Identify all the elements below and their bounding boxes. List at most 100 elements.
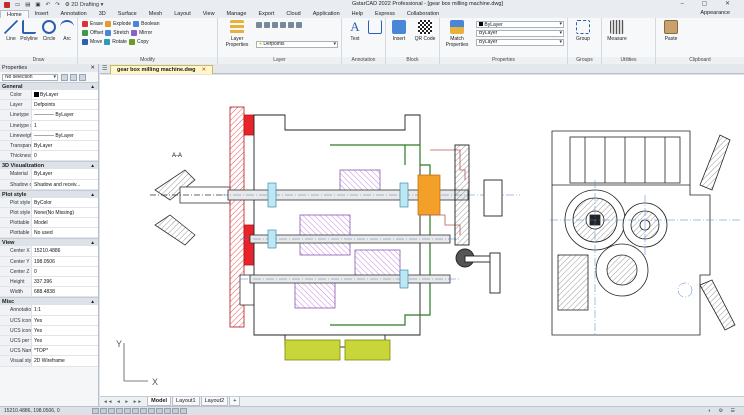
property-row[interactable]: Shadow dis...Shadow and receiv... bbox=[0, 179, 98, 190]
tab-3d[interactable]: 3D bbox=[93, 10, 112, 18]
property-value[interactable]: 0 bbox=[32, 151, 98, 161]
offset-button[interactable]: Offset bbox=[90, 29, 103, 37]
redo-icon[interactable]: ↷ bbox=[55, 2, 60, 8]
property-value[interactable]: Yes bbox=[32, 335, 98, 346]
property-section-header[interactable]: General ▴ bbox=[0, 82, 98, 90]
insert-button[interactable]: Insert bbox=[388, 20, 410, 42]
ortho-toggle-icon[interactable] bbox=[108, 408, 115, 414]
add-layout-tab[interactable]: + bbox=[229, 397, 241, 406]
tab-collaboration[interactable]: Collaboration bbox=[401, 10, 445, 18]
close-icon[interactable]: ✕ bbox=[90, 64, 95, 72]
property-row[interactable]: Center Y 198.0506 bbox=[0, 256, 98, 267]
tab-cloud[interactable]: Cloud bbox=[280, 10, 306, 18]
property-row[interactable]: Transparen...ByLayer bbox=[0, 140, 98, 152]
collapse-icon[interactable]: ▴ bbox=[91, 191, 94, 199]
grid-toggle-icon[interactable] bbox=[100, 408, 107, 414]
match-properties-button[interactable]: Match Properties bbox=[442, 20, 472, 48]
layout-nav-arrows[interactable]: ◂◂ ◂ ▸ ▸▸ bbox=[100, 399, 147, 405]
collapse-icon[interactable]: ▴ bbox=[91, 83, 94, 91]
property-value[interactable]: 1:1 bbox=[32, 305, 98, 315]
dynamic-input-icon[interactable] bbox=[164, 408, 171, 414]
property-value[interactable]: No used bbox=[32, 228, 98, 238]
erase-button[interactable]: Erase bbox=[90, 20, 103, 28]
collapse-icon[interactable]: ▴ bbox=[91, 239, 94, 247]
otrack-toggle-icon[interactable] bbox=[132, 408, 139, 414]
tab-view[interactable]: View bbox=[197, 10, 221, 18]
appearance-menu[interactable]: Appearance bbox=[700, 10, 730, 16]
explode-button[interactable]: Explode bbox=[113, 20, 131, 28]
select-objects-icon[interactable] bbox=[70, 73, 77, 81]
dimension-button[interactable] bbox=[364, 20, 386, 36]
property-value[interactable]: *TOP* bbox=[32, 346, 98, 356]
new-file-icon[interactable]: ▭ bbox=[15, 2, 20, 8]
status-bar-tray-icons[interactable]: ◐ ⚙ ☰ bbox=[708, 408, 738, 414]
property-value[interactable]: 198.0506 bbox=[32, 256, 98, 266]
layer-properties-button[interactable]: Layer Properties bbox=[220, 20, 254, 48]
property-row[interactable]: Thickness 0 bbox=[0, 151, 98, 162]
property-row[interactable]: Plot style ByColor bbox=[0, 197, 98, 208]
tab-home[interactable]: Home bbox=[0, 10, 29, 18]
property-value[interactable]: Defpoints bbox=[32, 100, 98, 110]
open-file-icon[interactable]: ▤ bbox=[25, 2, 30, 8]
property-row[interactable]: Plottable ty...No used bbox=[0, 228, 98, 239]
tab-insert[interactable]: Insert bbox=[29, 10, 55, 18]
property-row[interactable]: UCS Name*TOP* bbox=[0, 346, 98, 357]
property-section-header[interactable]: Misc ▴ bbox=[0, 297, 98, 306]
document-menu-icon[interactable]: ☰ bbox=[102, 65, 107, 72]
tab-express[interactable]: Express bbox=[369, 10, 401, 18]
property-value[interactable]: ———— ByLayer bbox=[32, 130, 98, 140]
transparency-toggle-icon[interactable] bbox=[148, 408, 155, 414]
move-button[interactable]: Move bbox=[90, 38, 102, 46]
property-row[interactable]: UCS icon at...Yes bbox=[0, 325, 98, 336]
property-value[interactable]: 1 bbox=[32, 120, 98, 130]
tab-manage[interactable]: Manage bbox=[221, 10, 253, 18]
mirror-button[interactable]: Mirror bbox=[139, 29, 152, 37]
layer-tool-icon[interactable] bbox=[272, 22, 278, 28]
property-row[interactable]: Annotation...1:1 bbox=[0, 305, 98, 316]
toggle-pickadd-icon[interactable] bbox=[61, 73, 68, 81]
undo-icon[interactable]: ↶ bbox=[46, 2, 51, 8]
property-value[interactable]: 337.396 bbox=[32, 277, 98, 287]
property-row[interactable]: Linetype ———— ByLayer bbox=[0, 110, 98, 121]
workspace-switch-icon[interactable] bbox=[180, 408, 187, 414]
property-row[interactable]: Center X 15210.4886 bbox=[0, 246, 98, 257]
property-row[interactable]: UCS per vi...Yes bbox=[0, 335, 98, 347]
property-value[interactable]: ByLayer bbox=[32, 90, 98, 100]
property-row[interactable]: Layer Defpoints bbox=[0, 100, 98, 111]
layer-tool-icon[interactable] bbox=[288, 22, 294, 28]
layer-tool-icon[interactable] bbox=[264, 22, 270, 28]
property-row[interactable]: Linetype sc...1 bbox=[0, 120, 98, 131]
property-value[interactable]: 2D Wireframe bbox=[32, 356, 98, 366]
selection-cycling-icon[interactable] bbox=[156, 408, 163, 414]
document-tab[interactable]: gear box milling machine.dwg ✕ bbox=[110, 65, 214, 74]
property-section-header[interactable]: View ▴ bbox=[0, 238, 98, 247]
property-value[interactable]: Shadow and receiv... bbox=[32, 179, 98, 189]
collapse-icon[interactable]: ▴ bbox=[91, 298, 94, 306]
copy-button[interactable]: Copy bbox=[137, 38, 149, 46]
layer-dropdown[interactable]: ● Defpoints bbox=[256, 41, 338, 48]
workspace-dropdown[interactable]: ⚙ 2D Drafting ▾ bbox=[65, 2, 104, 8]
layer-tool-icon[interactable] bbox=[296, 22, 302, 28]
layer-tool-icon[interactable] bbox=[280, 22, 286, 28]
polyline-button[interactable]: Polyline bbox=[18, 20, 40, 42]
tab-layout1[interactable]: Layout1 bbox=[172, 397, 200, 406]
color-dropdown[interactable]: ByLayer bbox=[476, 21, 564, 28]
polar-toggle-icon[interactable] bbox=[116, 408, 123, 414]
arc-button[interactable]: Arc bbox=[56, 20, 78, 42]
property-value[interactable]: ———— ByLayer bbox=[32, 110, 98, 120]
property-row[interactable]: Center Z0 bbox=[0, 266, 98, 277]
quick-select-icon[interactable] bbox=[79, 73, 86, 81]
tab-help[interactable]: Help bbox=[346, 10, 369, 18]
tab-export[interactable]: Export bbox=[252, 10, 280, 18]
tab-application[interactable]: Application bbox=[307, 10, 346, 18]
text-button[interactable]: A Text bbox=[344, 20, 366, 43]
tab-layout2[interactable]: Layout2 bbox=[200, 397, 229, 406]
app-menu-icon[interactable] bbox=[4, 1, 10, 8]
boolean-button[interactable]: Boolean bbox=[141, 20, 159, 28]
property-row[interactable]: Color ByLayer bbox=[0, 90, 98, 101]
property-value[interactable]: 0 bbox=[32, 266, 98, 276]
property-value[interactable]: ByLayer bbox=[32, 169, 98, 179]
qr-code-button[interactable]: QR Code bbox=[414, 20, 436, 42]
tab-model[interactable]: Model bbox=[147, 397, 172, 406]
tab-surface[interactable]: Surface bbox=[112, 10, 143, 18]
